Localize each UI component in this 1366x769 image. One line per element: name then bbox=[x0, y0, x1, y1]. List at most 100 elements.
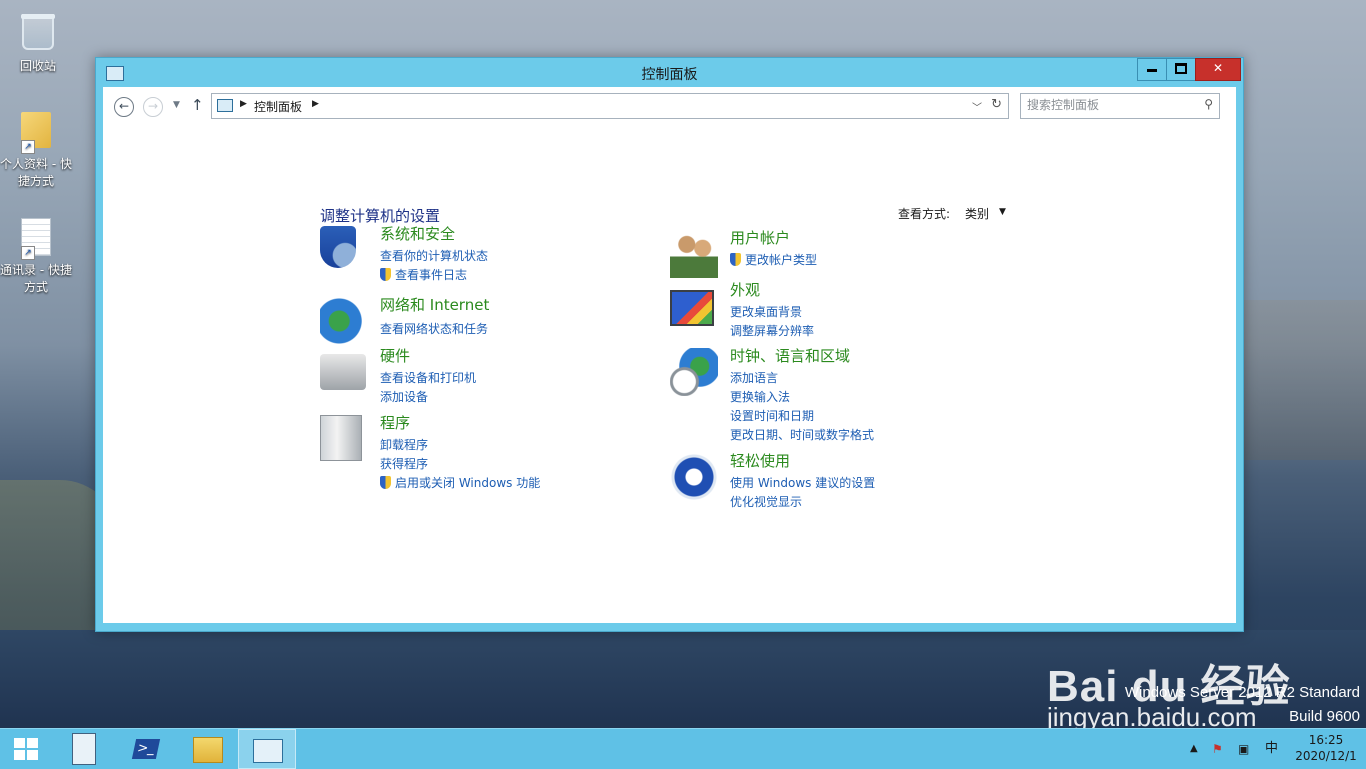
link-change-input-method[interactable]: 更换输入法 bbox=[730, 388, 790, 405]
category-title[interactable]: 硬件 bbox=[380, 345, 410, 366]
recent-locations-button[interactable]: ▼ bbox=[173, 100, 180, 110]
forward-button[interactable]: → bbox=[143, 97, 163, 117]
clock-globe-icon[interactable] bbox=[670, 348, 718, 396]
link-view-network-status[interactable]: 查看网络状态和任务 bbox=[380, 320, 488, 337]
category-title[interactable]: 系统和安全 bbox=[380, 223, 455, 244]
server-manager-icon bbox=[72, 733, 96, 765]
desktop-icon-label: 通讯录 - 快捷方式 bbox=[0, 263, 72, 294]
breadcrumb-separator-icon[interactable]: ▶ bbox=[240, 99, 247, 109]
refresh-icon: ↻ bbox=[991, 97, 1002, 112]
link-set-time-date[interactable]: 设置时间和日期 bbox=[730, 407, 814, 424]
category-title[interactable]: 网络和 Internet bbox=[380, 294, 489, 315]
appearance-monitor-icon[interactable] bbox=[670, 290, 714, 326]
file-explorer-icon bbox=[193, 737, 223, 763]
document-icon: ↗ bbox=[19, 218, 53, 260]
os-build-text: Build 9600 bbox=[1289, 708, 1360, 725]
link-change-desktop-background[interactable]: 更改桌面背景 bbox=[730, 303, 802, 320]
link-add-device[interactable]: 添加设备 bbox=[380, 388, 428, 405]
link-recommended-settings[interactable]: 使用 Windows 建议的设置 bbox=[730, 474, 875, 491]
programs-box-icon[interactable] bbox=[320, 415, 362, 461]
address-history-dropdown[interactable]: ﹀ bbox=[972, 99, 982, 114]
arrow-left-icon: ← bbox=[118, 99, 130, 113]
link-uninstall-program[interactable]: 卸载程序 bbox=[380, 436, 428, 453]
taskbar-control-panel[interactable] bbox=[238, 729, 296, 769]
folder-icon: ↗ bbox=[19, 112, 53, 154]
category-title[interactable]: 用户帐户 bbox=[730, 227, 790, 248]
maximize-icon bbox=[1175, 63, 1187, 74]
title-bar[interactable]: 控制面板 ✕ bbox=[96, 58, 1243, 86]
ime-indicator[interactable]: 中 bbox=[1265, 729, 1278, 769]
uac-shield-icon bbox=[730, 253, 741, 266]
windows-logo-icon bbox=[14, 738, 38, 760]
link-change-account-type[interactable]: 更改帐户类型 bbox=[730, 251, 817, 268]
category-title[interactable]: 时钟、语言和区域 bbox=[730, 345, 850, 366]
chevron-down-icon: ▼ bbox=[173, 100, 180, 110]
control-panel-icon bbox=[217, 99, 233, 112]
start-button[interactable] bbox=[0, 729, 56, 769]
show-hidden-icons-button[interactable]: ▲ bbox=[1190, 729, 1198, 769]
breadcrumb-control-panel[interactable]: 控制面板 bbox=[254, 98, 302, 115]
uac-shield-icon bbox=[380, 476, 391, 489]
window-content: ← → ▼ ↑ ▶ 控制面板 ▶ ﹀ ↻ ⚲ 调整计算机的设置 查看方式: 类别… bbox=[103, 87, 1236, 623]
chevron-down-icon: ﹀ bbox=[972, 103, 982, 114]
up-button[interactable]: ↑ bbox=[191, 96, 204, 114]
address-bar[interactable]: ▶ 控制面板 ▶ ﹀ ↻ bbox=[211, 93, 1009, 119]
os-edition-text: Windows Server 2012 R2 Standard bbox=[1124, 684, 1360, 701]
desktop-icon-label: 个人资料 - 快捷方式 bbox=[0, 157, 72, 188]
control-panel-icon bbox=[253, 739, 283, 763]
view-by-label: 查看方式: bbox=[898, 207, 951, 221]
control-panel-window: 控制面板 ✕ ← → ▼ ↑ ▶ 控制面板 ▶ ﹀ ↻ ⚲ 调整计算机的设置 查 bbox=[95, 57, 1244, 632]
link-get-programs[interactable]: 获得程序 bbox=[380, 455, 428, 472]
action-center-icon[interactable]: ⚑ bbox=[1212, 729, 1223, 769]
search-input[interactable] bbox=[1027, 97, 1187, 113]
view-by-dropdown[interactable]: 类别 bbox=[965, 205, 989, 222]
taskbar: >_ ▲ ⚑ ▣ 中 16:25 2020/12/1 bbox=[0, 728, 1366, 769]
desktop-icon-profile-shortcut[interactable]: ↗ 个人资料 - 快捷方式 bbox=[0, 112, 72, 190]
uac-shield-icon bbox=[380, 268, 391, 281]
category-title[interactable]: 外观 bbox=[730, 279, 760, 300]
maximize-button[interactable] bbox=[1166, 58, 1196, 81]
arrow-up-icon: ↑ bbox=[191, 96, 204, 114]
desktop-icon-label: 回收站 bbox=[19, 59, 56, 73]
minimize-icon bbox=[1147, 69, 1157, 72]
refresh-button[interactable]: ↻ bbox=[991, 97, 1002, 112]
back-button[interactable]: ← bbox=[114, 97, 134, 117]
breadcrumb-separator-icon[interactable]: ▶ bbox=[312, 99, 319, 109]
category-title[interactable]: 程序 bbox=[380, 412, 410, 433]
minimize-button[interactable] bbox=[1137, 58, 1167, 81]
desktop-icon-contacts-shortcut[interactable]: ↗ 通讯录 - 快捷方式 bbox=[0, 218, 72, 296]
taskbar-powershell[interactable]: >_ bbox=[118, 729, 174, 769]
network-globe-icon[interactable] bbox=[320, 297, 368, 345]
network-status-icon[interactable]: ▣ bbox=[1238, 729, 1249, 769]
link-adjust-resolution[interactable]: 调整屏幕分辨率 bbox=[730, 322, 814, 339]
link-view-event-logs[interactable]: 查看事件日志 bbox=[380, 266, 467, 283]
link-windows-features[interactable]: 启用或关闭 Windows 功能 bbox=[380, 474, 540, 491]
recycle-bin-icon bbox=[21, 14, 55, 54]
powershell-icon: >_ bbox=[131, 739, 161, 759]
chevron-up-icon: ▲ bbox=[1190, 743, 1198, 754]
link-view-computer-status[interactable]: 查看你的计算机状态 bbox=[380, 247, 488, 264]
security-shield-icon[interactable] bbox=[320, 226, 356, 268]
close-button[interactable]: ✕ bbox=[1195, 58, 1241, 81]
printer-icon[interactable] bbox=[320, 354, 366, 390]
desktop-icon-recycle-bin[interactable]: 回收站 bbox=[2, 8, 74, 75]
users-icon[interactable] bbox=[670, 230, 718, 278]
link-change-formats[interactable]: 更改日期、时间或数字格式 bbox=[730, 426, 874, 443]
desktop-wallpaper-city bbox=[1226, 300, 1366, 460]
ease-of-access-icon[interactable] bbox=[670, 453, 718, 501]
navigation-bar: ← → ▼ ↑ ▶ 控制面板 ▶ ﹀ ↻ ⚲ bbox=[103, 87, 1236, 127]
taskbar-file-explorer[interactable] bbox=[178, 729, 234, 769]
search-box[interactable]: ⚲ bbox=[1020, 93, 1220, 119]
window-title: 控制面板 bbox=[641, 67, 698, 83]
search-icon[interactable]: ⚲ bbox=[1204, 97, 1213, 111]
arrow-right-icon: → bbox=[147, 99, 159, 113]
taskbar-server-manager[interactable] bbox=[56, 729, 112, 769]
category-title[interactable]: 轻松使用 bbox=[730, 450, 790, 471]
chevron-down-icon[interactable]: ▼ bbox=[999, 207, 1006, 217]
clock-time: 16:25 bbox=[1308, 733, 1344, 747]
link-view-devices-printers[interactable]: 查看设备和打印机 bbox=[380, 369, 476, 386]
clock-date: 2020/12/1 bbox=[1295, 749, 1357, 763]
link-optimize-visual-display[interactable]: 优化视觉显示 bbox=[730, 493, 802, 510]
clock[interactable]: 16:25 2020/12/1 bbox=[1294, 732, 1358, 764]
link-add-language[interactable]: 添加语言 bbox=[730, 369, 778, 386]
